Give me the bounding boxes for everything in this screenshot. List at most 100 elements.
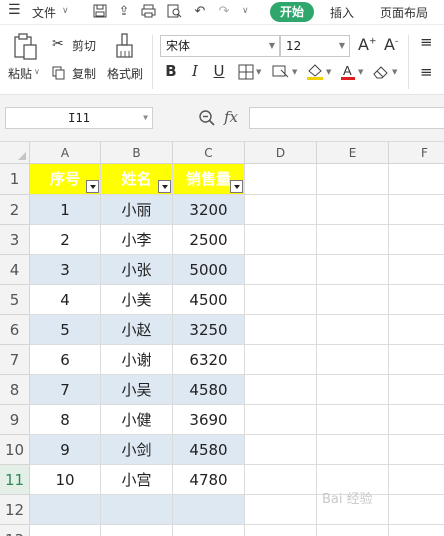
empty-cell[interactable] [317,195,389,225]
empty-cell[interactable] [389,195,444,225]
align-icon[interactable]: ≡ [420,33,433,51]
empty-cell[interactable] [30,525,101,536]
empty-cell[interactable] [389,164,444,195]
empty-cell[interactable] [317,345,389,375]
zoom-icon[interactable] [198,109,216,127]
row-header[interactable]: 12 [0,495,30,525]
row-header[interactable]: 1 [0,164,30,195]
table-cell[interactable]: 2 [30,225,101,255]
header-cell[interactable]: 销售量 [173,164,245,195]
filter-dropdown-icon[interactable] [158,180,171,193]
table-cell[interactable]: 5000 [173,255,245,285]
print-icon[interactable] [140,4,156,20]
tab-insert[interactable]: 插入 [330,4,354,21]
table-cell[interactable]: 3690 [173,405,245,435]
empty-cell[interactable] [317,375,389,405]
table-cell[interactable]: 小赵 [101,315,173,345]
column-header[interactable]: D [245,142,317,164]
table-cell[interactable]: 4 [30,285,101,315]
fx-icon[interactable]: fx [224,108,238,126]
column-header[interactable]: C [173,142,245,164]
caret-down-icon[interactable]: ▼ [326,68,331,76]
empty-cell[interactable] [245,375,317,405]
share-icon[interactable]: ⇪ [116,4,132,20]
table-cell[interactable]: 2500 [173,225,245,255]
table-cell[interactable]: 7 [30,375,101,405]
empty-cell[interactable] [317,315,389,345]
table-cell[interactable]: 1 [30,195,101,225]
row-header[interactable]: 6 [0,315,30,345]
caret-down-icon[interactable]: ▼ [143,108,148,128]
chevron-down-icon[interactable]: ∨ [242,6,249,16]
empty-cell[interactable] [101,525,173,536]
empty-cell[interactable] [389,435,444,465]
table-cell[interactable]: 小美 [101,285,173,315]
caret-down-icon[interactable]: ▼ [358,68,363,76]
empty-cell[interactable] [245,525,317,536]
row-header[interactable]: 4 [0,255,30,285]
row-header[interactable]: 13 [0,525,30,536]
empty-cell[interactable] [317,525,389,536]
empty-cell[interactable] [389,525,444,536]
paste-button[interactable]: 粘贴 [8,65,32,82]
bold-button[interactable]: B [162,61,180,81]
column-header[interactable]: B [101,142,173,164]
chevron-down-icon[interactable]: ∨ [62,6,69,16]
empty-cell[interactable] [389,345,444,375]
table-cell[interactable]: 小剑 [101,435,173,465]
format-painter-icon[interactable] [114,33,136,61]
table-cell[interactable]: 3200 [173,195,245,225]
italic-button[interactable]: I [186,61,204,81]
table-cell[interactable]: 8 [30,405,101,435]
table-cell[interactable]: 小李 [101,225,173,255]
print-preview-icon[interactable] [166,4,182,20]
empty-cell[interactable] [245,345,317,375]
font-color-icon[interactable]: A [340,62,356,82]
cell-style-icon[interactable] [272,64,290,80]
empty-cell[interactable] [389,495,444,525]
empty-cell[interactable] [389,405,444,435]
border-icon[interactable] [238,64,254,80]
empty-cell[interactable] [245,465,317,495]
column-header[interactable]: F [389,142,444,164]
select-all-corner[interactable] [0,142,30,164]
table-cell[interactable]: 10 [30,465,101,495]
table-cell[interactable]: 6 [30,345,101,375]
empty-cell[interactable] [245,435,317,465]
table-cell[interactable]: 小丽 [101,195,173,225]
redo-icon[interactable]: ↷ [216,4,232,20]
caret-down-icon[interactable]: ▼ [256,68,261,76]
empty-cell[interactable] [389,375,444,405]
table-cell[interactable]: 4500 [173,285,245,315]
increase-font-icon[interactable]: A+ [358,35,377,54]
empty-cell[interactable] [30,495,101,525]
empty-cell[interactable] [317,164,389,195]
table-cell[interactable]: 4580 [173,435,245,465]
empty-cell[interactable] [245,315,317,345]
font-name-select[interactable]: 宋体 ▼ [160,35,280,57]
filter-dropdown-icon[interactable] [230,180,243,193]
table-cell[interactable]: 小宫 [101,465,173,495]
empty-cell[interactable] [245,255,317,285]
row-header[interactable]: 5 [0,285,30,315]
row-header[interactable]: 7 [0,345,30,375]
font-size-select[interactable]: 12 ▼ [280,35,350,57]
empty-cell[interactable] [245,285,317,315]
chevron-down-icon[interactable]: ∨ [34,67,40,76]
header-cell[interactable]: 序号 [30,164,101,195]
empty-cell[interactable] [389,225,444,255]
filter-dropdown-icon[interactable] [86,180,99,193]
copy-button[interactable]: 复制 [72,65,96,82]
align-icon[interactable]: ≡ [420,63,433,81]
fill-color-icon[interactable] [306,63,324,81]
copy-icon[interactable] [52,66,66,80]
empty-cell[interactable] [317,225,389,255]
caret-down-icon[interactable]: ▼ [292,68,297,76]
row-header[interactable]: 9 [0,405,30,435]
decrease-font-icon[interactable]: A- [384,35,398,54]
table-cell[interactable]: 6320 [173,345,245,375]
formula-input[interactable] [249,107,444,129]
row-header[interactable]: 3 [0,225,30,255]
empty-cell[interactable] [245,164,317,195]
cut-button[interactable]: 剪切 [72,37,96,54]
